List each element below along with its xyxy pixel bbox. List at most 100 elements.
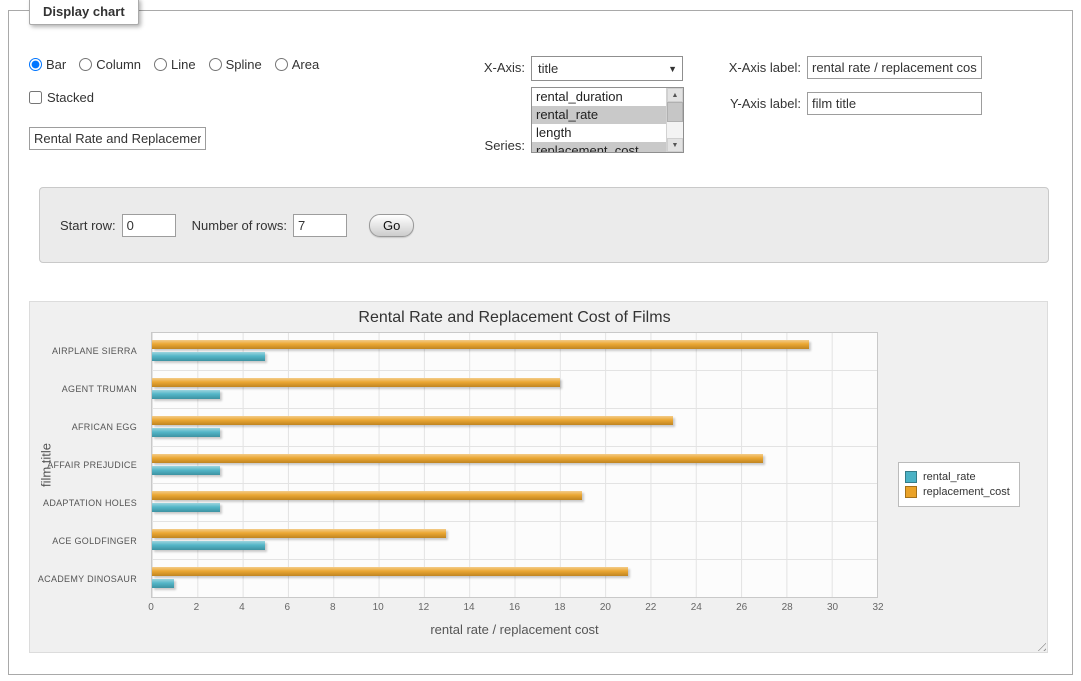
- legend-label: rental_rate: [923, 471, 976, 483]
- bar-rental_rate: [152, 428, 220, 437]
- bar-replacement_cost: [152, 529, 446, 538]
- plot-area: [151, 332, 878, 598]
- x-tick-label: 6: [285, 602, 291, 613]
- scrollbar-track[interactable]: [667, 122, 683, 138]
- chart-type-radio-column[interactable]: [79, 58, 92, 71]
- y-axis-label-caption: Y-Axis label:: [709, 96, 801, 111]
- x-tick-label: 16: [509, 602, 520, 613]
- scrollbar-thumb[interactable]: [667, 102, 683, 122]
- scroll-up-icon[interactable]: ▲: [667, 88, 683, 102]
- chart-type-radio-spline[interactable]: [209, 58, 222, 71]
- chart-title: Rental Rate and Replacement Cost of Film…: [151, 309, 878, 327]
- x-tick-label: 8: [330, 602, 336, 613]
- bar-rental_rate: [152, 352, 265, 361]
- series-option-rental_duration[interactable]: rental_duration: [532, 88, 666, 106]
- bar-group: [152, 522, 877, 560]
- bar-rental_rate: [152, 541, 265, 550]
- chart-type-radio-line[interactable]: [154, 58, 167, 71]
- category-label: ACE GOLDFINGER: [30, 522, 144, 560]
- x-axis-selected-value: title: [538, 61, 558, 76]
- chart-type-bar[interactable]: Bar: [29, 57, 66, 72]
- x-ticks: 02468101214161820222426283032: [151, 602, 878, 616]
- x-axis-title: rental rate / replacement cost: [151, 622, 878, 637]
- bar-replacement_cost: [152, 416, 673, 425]
- bar-group: [152, 409, 877, 447]
- chart-type-label: Spline: [226, 57, 262, 72]
- series-options: rental_durationrental_ratelengthreplacem…: [532, 88, 666, 152]
- num-rows-label: Number of rows:: [192, 218, 287, 233]
- stacked-checkbox[interactable]: [29, 91, 42, 104]
- category-label: ADAPTATION HOLES: [30, 484, 144, 522]
- chart-type-label: Area: [292, 57, 319, 72]
- row-range-panel: Start row: Number of rows: Go: [39, 187, 1049, 263]
- bar-group: [152, 333, 877, 371]
- x-axis-select-label: X-Axis:: [441, 60, 525, 75]
- chart-type-spline[interactable]: Spline: [209, 57, 262, 72]
- x-tick-label: 28: [782, 602, 793, 613]
- chart-type-line[interactable]: Line: [154, 57, 196, 72]
- chart-type-label: Bar: [46, 57, 66, 72]
- chevron-down-icon: ▼: [668, 64, 677, 74]
- go-button[interactable]: Go: [369, 214, 414, 237]
- resize-handle-icon[interactable]: [1034, 639, 1046, 651]
- bar-rental_rate: [152, 390, 220, 399]
- series-option-length[interactable]: length: [532, 124, 666, 142]
- chart-type-column[interactable]: Column: [79, 57, 141, 72]
- category-label: AGENT TRUMAN: [30, 370, 144, 408]
- x-axis-label-caption: X-Axis label:: [709, 60, 801, 75]
- bar-group: [152, 447, 877, 485]
- bar-replacement_cost: [152, 567, 628, 576]
- display-chart-fieldset: Display chart BarColumnLineSplineArea St…: [8, 10, 1073, 675]
- bar-group: [152, 484, 877, 522]
- x-tick-label: 14: [464, 602, 475, 613]
- x-tick-label: 10: [373, 602, 384, 613]
- num-rows-input[interactable]: [293, 214, 347, 237]
- chart-title-input[interactable]: [29, 127, 206, 150]
- legend-item-replacement_cost: replacement_cost: [905, 486, 1010, 498]
- y-axis-label-input[interactable]: [807, 92, 982, 115]
- x-tick-label: 22: [645, 602, 656, 613]
- bar-rental_rate: [152, 503, 220, 512]
- x-tick-label: 24: [691, 602, 702, 613]
- x-tick-label: 4: [239, 602, 245, 613]
- series-option-rental_rate[interactable]: rental_rate: [532, 106, 666, 124]
- x-tick-label: 18: [554, 602, 565, 613]
- start-row-input[interactable]: [122, 214, 176, 237]
- bar-group: [152, 560, 877, 597]
- series-option-replacement_cost[interactable]: replacement_cost: [532, 142, 666, 152]
- category-label: AIRPLANE SIERRA: [30, 332, 144, 370]
- series-scrollbar[interactable]: ▲ ▼: [666, 88, 683, 152]
- scroll-down-icon[interactable]: ▼: [667, 138, 683, 152]
- x-tick-label: 26: [736, 602, 747, 613]
- x-axis-select[interactable]: title ▼: [531, 56, 683, 81]
- chart-panel: Rental Rate and Replacement Cost of Film…: [29, 301, 1048, 653]
- chart-type-radio-area[interactable]: [275, 58, 288, 71]
- chart-type-label: Line: [171, 57, 196, 72]
- x-tick-label: 30: [827, 602, 838, 613]
- x-tick-label: 2: [194, 602, 200, 613]
- legend-item-rental_rate: rental_rate: [905, 471, 1010, 483]
- legend-swatch: [905, 486, 917, 498]
- bar-rental_rate: [152, 466, 220, 475]
- chart-type-radio-bar[interactable]: [29, 58, 42, 71]
- bar-replacement_cost: [152, 454, 763, 463]
- series-select-label: Series:: [441, 138, 525, 153]
- stacked-label: Stacked: [47, 90, 94, 105]
- category-label: AFRICAN EGG: [30, 408, 144, 446]
- series-multiselect[interactable]: rental_durationrental_ratelengthreplacem…: [531, 87, 684, 153]
- x-tick-label: 12: [418, 602, 429, 613]
- legend-swatch: [905, 471, 917, 483]
- bar-replacement_cost: [152, 378, 560, 387]
- stacked-option[interactable]: Stacked: [29, 90, 94, 105]
- chart-legend: rental_rate replacement_cost: [898, 462, 1020, 507]
- bar-replacement_cost: [152, 491, 582, 500]
- legend-label: replacement_cost: [923, 486, 1010, 498]
- fieldset-legend: Display chart: [29, 0, 139, 25]
- bar-rental_rate: [152, 579, 174, 588]
- chart-type-group: Bar Column Line Spline Area: [29, 57, 319, 72]
- x-tick-label: 32: [872, 602, 883, 613]
- x-axis-label-input[interactable]: [807, 56, 982, 79]
- chart-type-area[interactable]: Area: [275, 57, 319, 72]
- x-tick-label: 0: [148, 602, 154, 613]
- bar-group: [152, 371, 877, 409]
